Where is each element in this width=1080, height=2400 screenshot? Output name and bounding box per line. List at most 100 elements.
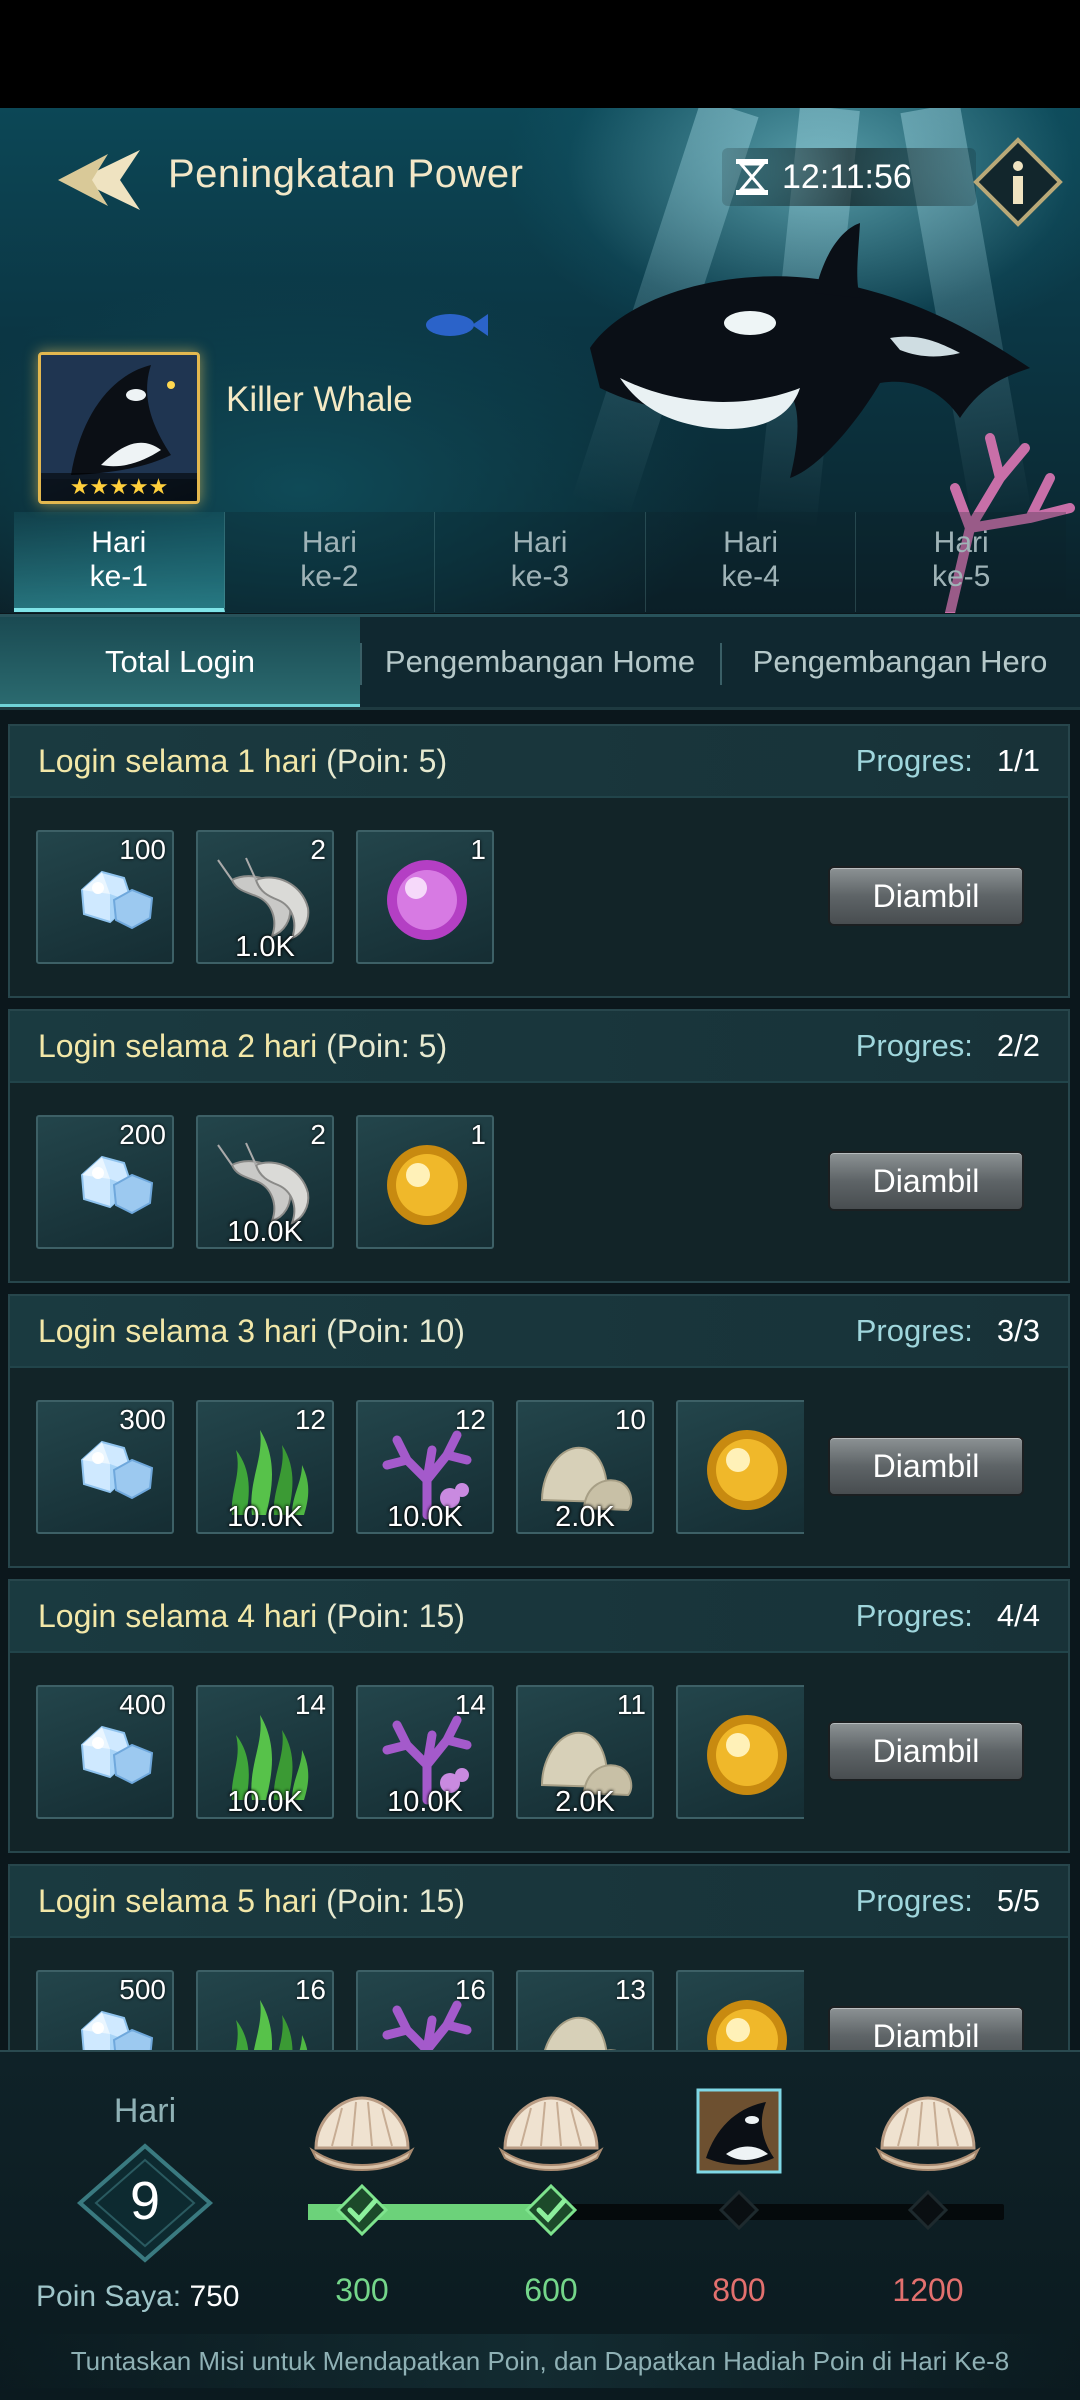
day-tab-number: ke-5	[931, 560, 991, 593]
reward-item[interactable]	[676, 1400, 804, 1534]
mission-progress: Progres: 4/4	[856, 1598, 1040, 1634]
reward-item[interactable]: 12 10.0K	[196, 1400, 334, 1534]
reward-quantity: 2	[310, 834, 326, 865]
points-reward-panel: Hari 9 Poin Saya: 750 300 600 800 1200 Tunt…	[0, 2050, 1080, 2400]
day-tab-label: Hari	[91, 526, 147, 559]
reward-item[interactable]: 13	[516, 1970, 654, 2052]
reward-item[interactable]: 12 10.0K	[356, 1400, 494, 1534]
footer-hint: Tuntaskan Misi untuk Mendapatkan Poin, d…	[0, 2334, 1080, 2388]
tab-pengembangan-hero[interactable]: Pengembangan Hero	[720, 617, 1080, 707]
mission-name: Login selama 5 hari	[38, 1882, 318, 1919]
tab-day-2[interactable]: Hari ke-2	[224, 512, 436, 612]
timer-value: 12:11:56	[782, 157, 912, 196]
shell-chest-icon[interactable]	[302, 2088, 422, 2174]
mission-name: Login selama 4 hari	[38, 1597, 318, 1634]
mission-points: (Poin: 10)	[317, 1312, 465, 1349]
claimed-button[interactable]: Diambil	[828, 1151, 1024, 1211]
tab-day-4[interactable]: Hari ke-4	[645, 512, 857, 612]
milestone-node-icon	[902, 2184, 954, 2236]
reward-item[interactable]: 1	[356, 830, 494, 964]
mission-header: Login selama 4 hari (Poin: 15) Progres: 4/…	[10, 1581, 1068, 1653]
reward-item[interactable]: 200	[36, 1115, 174, 1249]
hero-name: Killer Whale	[226, 380, 413, 419]
reward-item[interactable]: 14 10.0K	[196, 1685, 334, 1819]
reward-quantity: 16	[454, 1974, 486, 2005]
mission-progress: Progres: 5/5	[856, 1883, 1040, 1919]
mission-title: Login selama 4 hari (Poin: 15)	[38, 1598, 465, 1635]
reward-item[interactable]: 300	[36, 1400, 174, 1534]
reward-quantity: 16	[294, 1974, 326, 2005]
claimed-button[interactable]: Diambil	[828, 866, 1024, 926]
shell-chest-icon[interactable]	[868, 2088, 988, 2174]
my-points-value: 750	[189, 2280, 240, 2313]
mission-points: (Poin: 15)	[317, 1882, 465, 1919]
reward-item[interactable]	[676, 1970, 804, 2052]
hourglass-icon	[736, 159, 768, 195]
progress-value: 3/3	[996, 1313, 1040, 1348]
progress-label: Progres:	[855, 1598, 973, 1633]
mission-card: Login selama 4 hari (Poin: 15) Progres: 4/…	[8, 1579, 1070, 1853]
reward-quantity: 300	[119, 1404, 166, 1435]
reward-item[interactable]: 10 2.0K	[516, 1400, 654, 1534]
reward-item[interactable]	[676, 1685, 804, 1819]
mission-card: Login selama 3 hari (Poin: 10) Progres: 3/…	[8, 1294, 1070, 1568]
day-tabs: Hari ke-1 Hari ke-2 Hari ke-3 Hari ke-4 Hari…	[14, 512, 1066, 612]
milestone-node-icon	[713, 2184, 765, 2236]
progress-value: 2/2	[996, 1028, 1040, 1063]
milestone-points: 600	[524, 2272, 578, 2308]
tab-day-5[interactable]: Hari ke-5	[856, 512, 1066, 612]
tab-day-3[interactable]: Hari ke-3	[435, 512, 646, 612]
fish-decoration	[426, 314, 488, 336]
back-arrow-icon[interactable]	[48, 140, 148, 220]
reward-quantity: 14	[294, 1689, 326, 1720]
info-icon[interactable]	[972, 136, 1064, 228]
mission-list[interactable]: Login selama 1 hari (Poin: 5) Progres: 1/1…	[0, 712, 1080, 2052]
mission-header: Login selama 3 hari (Poin: 10) Progres: 3/…	[10, 1296, 1068, 1368]
orca-hero-icon[interactable]	[679, 2088, 799, 2174]
mission-card: Login selama 2 hari (Poin: 5) Progres: 2/2…	[8, 1009, 1070, 1283]
mission-title: Login selama 3 hari (Poin: 10)	[38, 1313, 465, 1350]
milestone-points: 300	[335, 2272, 389, 2308]
tab-total-login[interactable]: Total Login	[0, 617, 360, 707]
claimed-button[interactable]: Diambil	[828, 1721, 1024, 1781]
mission-name: Login selama 2 hari	[38, 1027, 318, 1064]
reward-quantity: 400	[119, 1689, 166, 1720]
reward-item[interactable]: 1	[356, 1115, 494, 1249]
mission-name: Login selama 1 hari	[38, 742, 318, 779]
current-day-number: 9	[129, 2171, 161, 2231]
mission-progress: Progres: 3/3	[856, 1313, 1040, 1349]
reward-item[interactable]: 14 10.0K	[356, 1685, 494, 1819]
mission-points: (Poin: 5)	[317, 742, 448, 779]
category-tabs: Total Login Pengembangan Home Pengembang…	[0, 614, 1080, 710]
reward-item[interactable]: 11 2.0K	[516, 1685, 654, 1819]
reward-amount: 2.0K	[555, 1501, 615, 1533]
orca-portrait-icon	[41, 355, 197, 479]
reward-quantity: 1	[470, 834, 486, 865]
tab-pengembangan-home[interactable]: Pengembangan Home	[360, 617, 720, 707]
reward-item[interactable]: 2 10.0K	[196, 1115, 334, 1249]
tab-day-1[interactable]: Hari ke-1	[14, 512, 225, 612]
reward-quantity: 100	[119, 834, 166, 865]
status-bar	[0, 0, 1080, 108]
reward-item[interactable]: 100	[36, 830, 174, 964]
reward-item[interactable]: 400	[36, 1685, 174, 1819]
reward-item[interactable]: 2 1.0K	[196, 830, 334, 964]
reward-amount: 10.0K	[227, 1786, 303, 1818]
claimed-button[interactable]: Diambil	[828, 1436, 1024, 1496]
shell-chest-icon[interactable]	[491, 2088, 611, 2174]
reward-quantity: 11	[616, 1689, 646, 1720]
claimed-button[interactable]: Diambil	[828, 2006, 1024, 2052]
reward-list: 100 2 1.0K 1	[36, 830, 804, 964]
mission-header: Login selama 2 hari (Poin: 5) Progres: 2/2	[10, 1011, 1068, 1083]
reward-quantity: 200	[119, 1119, 166, 1150]
reward-item[interactable]: 500	[36, 1970, 174, 2052]
hero-portrait[interactable]: ★★★★★	[38, 352, 200, 504]
reward-quantity: 2	[310, 1119, 326, 1150]
reward-amount: 2.0K	[555, 1786, 615, 1818]
mission-name: Login selama 3 hari	[38, 1312, 318, 1349]
reward-list: 500 16 16 13	[36, 1970, 804, 2052]
mission-progress: Progres: 2/2	[856, 1028, 1040, 1064]
reward-item[interactable]: 16	[196, 1970, 334, 2052]
mission-progress: Progres: 1/1	[856, 743, 1040, 779]
reward-item[interactable]: 16	[356, 1970, 494, 2052]
